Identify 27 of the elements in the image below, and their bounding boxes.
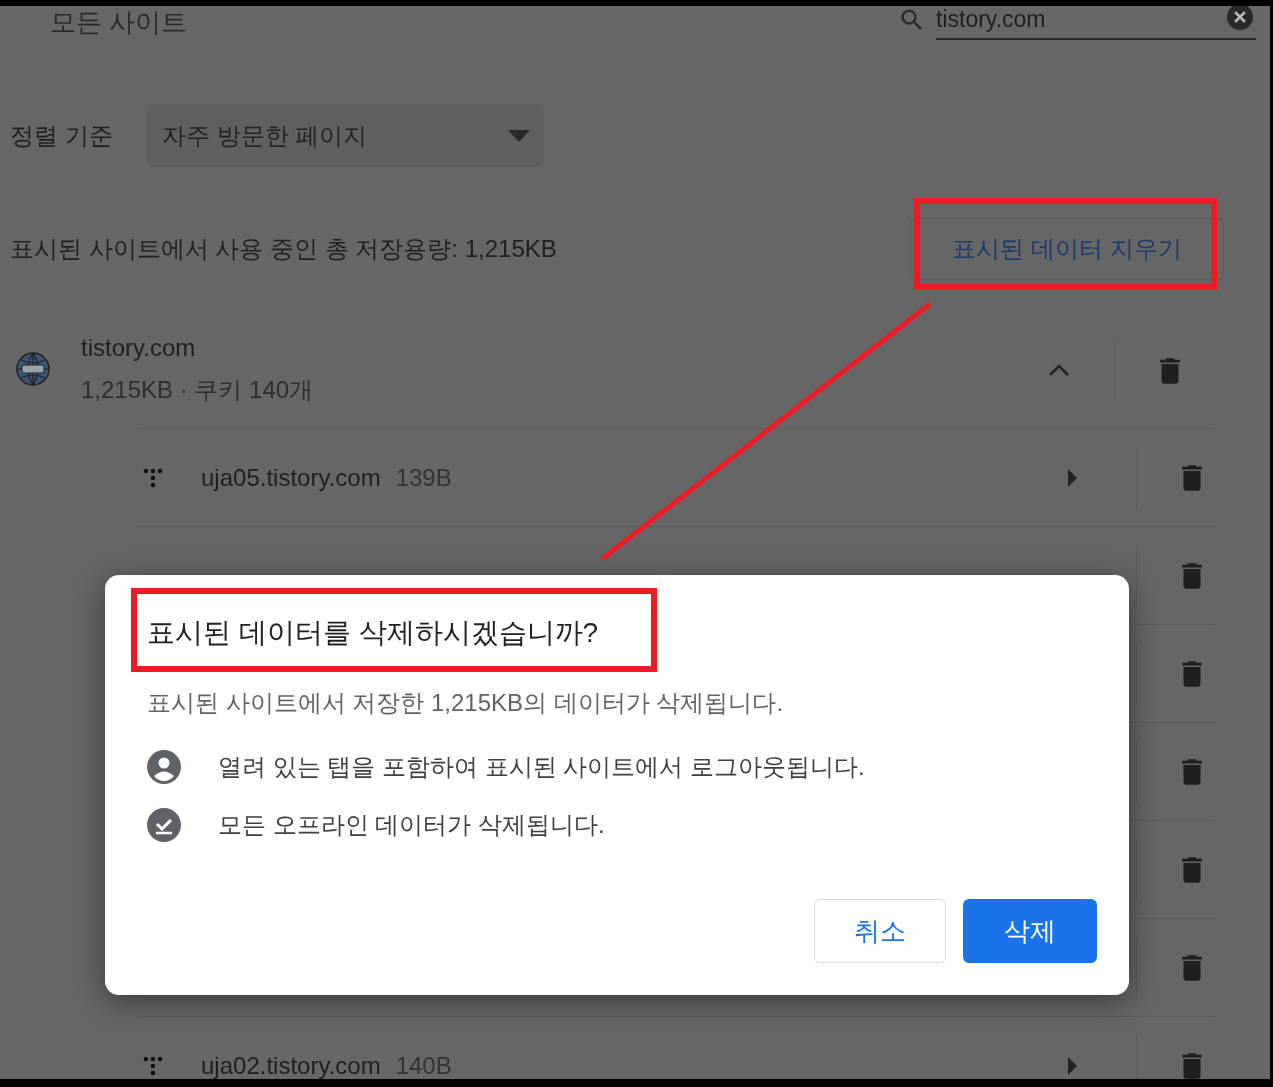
caret-right-icon (1068, 1056, 1078, 1075)
dropdown-caret-icon (508, 129, 530, 142)
site-favicon-icon (143, 1055, 163, 1076)
caret-right-icon (1068, 468, 1078, 487)
dialog-item-text: 모든 오프라인 데이터가 삭제됩니다. (218, 810, 605, 840)
subsite-name: uja02.tistory.com (201, 1050, 381, 1079)
site-details: 1,215KB · 쿠키 140개 (81, 375, 315, 405)
globe-icon (16, 352, 50, 386)
open-arrow-button[interactable] (1068, 468, 1078, 487)
dialog-title: 표시된 데이터를 삭제하시겠습니까? (147, 616, 599, 650)
clear-data-button[interactable]: 표시된 데이터 지우기 (910, 217, 1224, 280)
chevron-up-icon (1048, 363, 1070, 377)
sort-label: 정렬 기준 (10, 120, 114, 151)
site-favicon-icon (143, 467, 163, 488)
check-circle-icon (147, 808, 181, 842)
subsite-name: uja05.tistory.com (201, 462, 381, 493)
account-circle-icon (147, 750, 181, 784)
page-title: 모든 사이트 (50, 6, 188, 38)
dialog-message: 표시된 사이트에서 저장한 1,215KB의 데이터가 삭제됩니다. (147, 688, 784, 718)
site-name: tistory.com (81, 333, 197, 363)
sort-dropdown[interactable]: 자주 방문한 페이지 (146, 104, 544, 167)
open-arrow-button[interactable] (1068, 1056, 1078, 1075)
clear-search-icon (1227, 6, 1253, 30)
storage-summary: 표시된 사이트에서 사용 중인 총 저장용량: 1,215KB (10, 233, 557, 264)
dialog-item-text: 열려 있는 탭을 포함하여 표시된 사이트에서 로그아웃됩니다. (218, 752, 865, 782)
delete-button[interactable]: 삭제 (963, 899, 1097, 963)
cancel-button[interactable]: 취소 (814, 899, 946, 963)
